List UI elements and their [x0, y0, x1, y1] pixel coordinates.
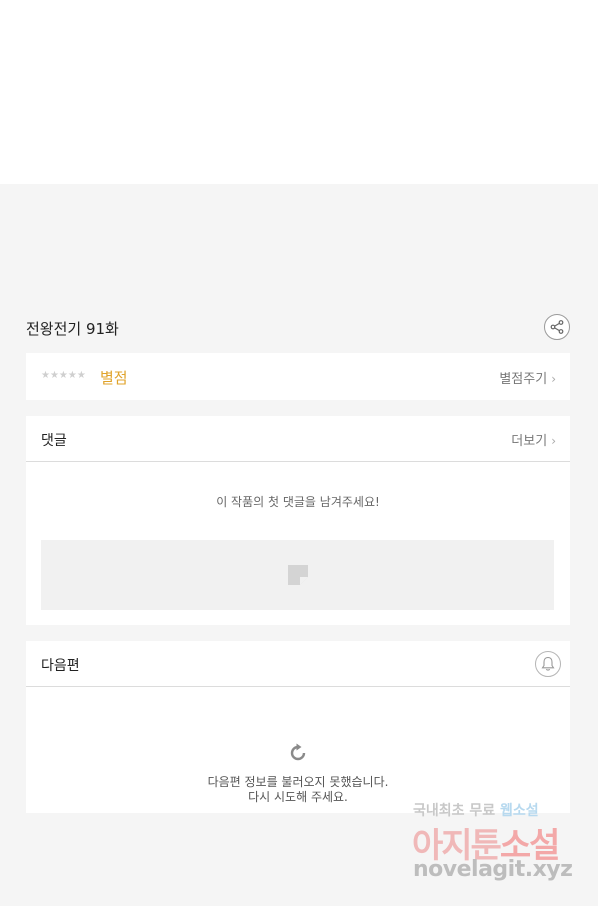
top-blank-area: [0, 0, 598, 184]
rate-button-label: 별점주기: [499, 372, 548, 387]
watermark-tagline-highlight: 웹소설: [500, 803, 539, 819]
watermark-tagline-prefix: 국내최초 무료: [413, 803, 501, 819]
next-episode-card: 다음편 다음편 정보를 불러오지 못했습니다. 다시 시도해 주세요.: [26, 641, 570, 813]
error-line-1: 다음편 정보를 불러오지 못했습니다.: [207, 775, 389, 789]
rating-stars[interactable]: ★★★★★: [41, 370, 86, 381]
comments-header: 댓글 더보기 ›: [26, 416, 570, 462]
comments-card: 댓글 더보기 › 이 작품의 첫 댓글을 남겨주세요!: [26, 416, 570, 625]
share-button[interactable]: [544, 314, 570, 340]
comments-title: 댓글: [41, 433, 67, 449]
chevron-right-icon: ›: [551, 372, 556, 386]
rate-button[interactable]: 별점주기 ›: [499, 368, 556, 387]
watermark-url: novelagit.xyz: [413, 857, 573, 882]
comments-empty-message: 이 작품의 첫 댓글을 남겨주세요!: [216, 495, 380, 509]
rating-card: ★★★★★ 별점 별점주기 ›: [26, 353, 570, 400]
comments-more-label: 더보기: [511, 434, 548, 449]
note-icon: [288, 565, 308, 585]
watermark-tagline: 국내최초 무료 웹소설: [413, 800, 539, 820]
site-watermark: 국내최초 무료 웹소설 아지툰소설 novelagit.xyz: [410, 800, 580, 885]
bell-icon: [541, 656, 555, 671]
share-icon: [550, 320, 564, 334]
episode-header: 전왕전기 91화: [26, 312, 570, 342]
notification-bell-button[interactable]: [535, 651, 561, 677]
reload-icon[interactable]: [287, 742, 309, 764]
episode-title: 전왕전기 91화: [26, 320, 119, 338]
chevron-right-icon: ›: [551, 434, 556, 448]
comment-input-area[interactable]: [41, 540, 554, 610]
comments-more-link[interactable]: 더보기 ›: [511, 430, 556, 449]
rating-label: 별점: [100, 369, 128, 387]
next-episode-title: 다음편: [41, 658, 80, 674]
next-episode-header: 다음편: [26, 641, 570, 687]
